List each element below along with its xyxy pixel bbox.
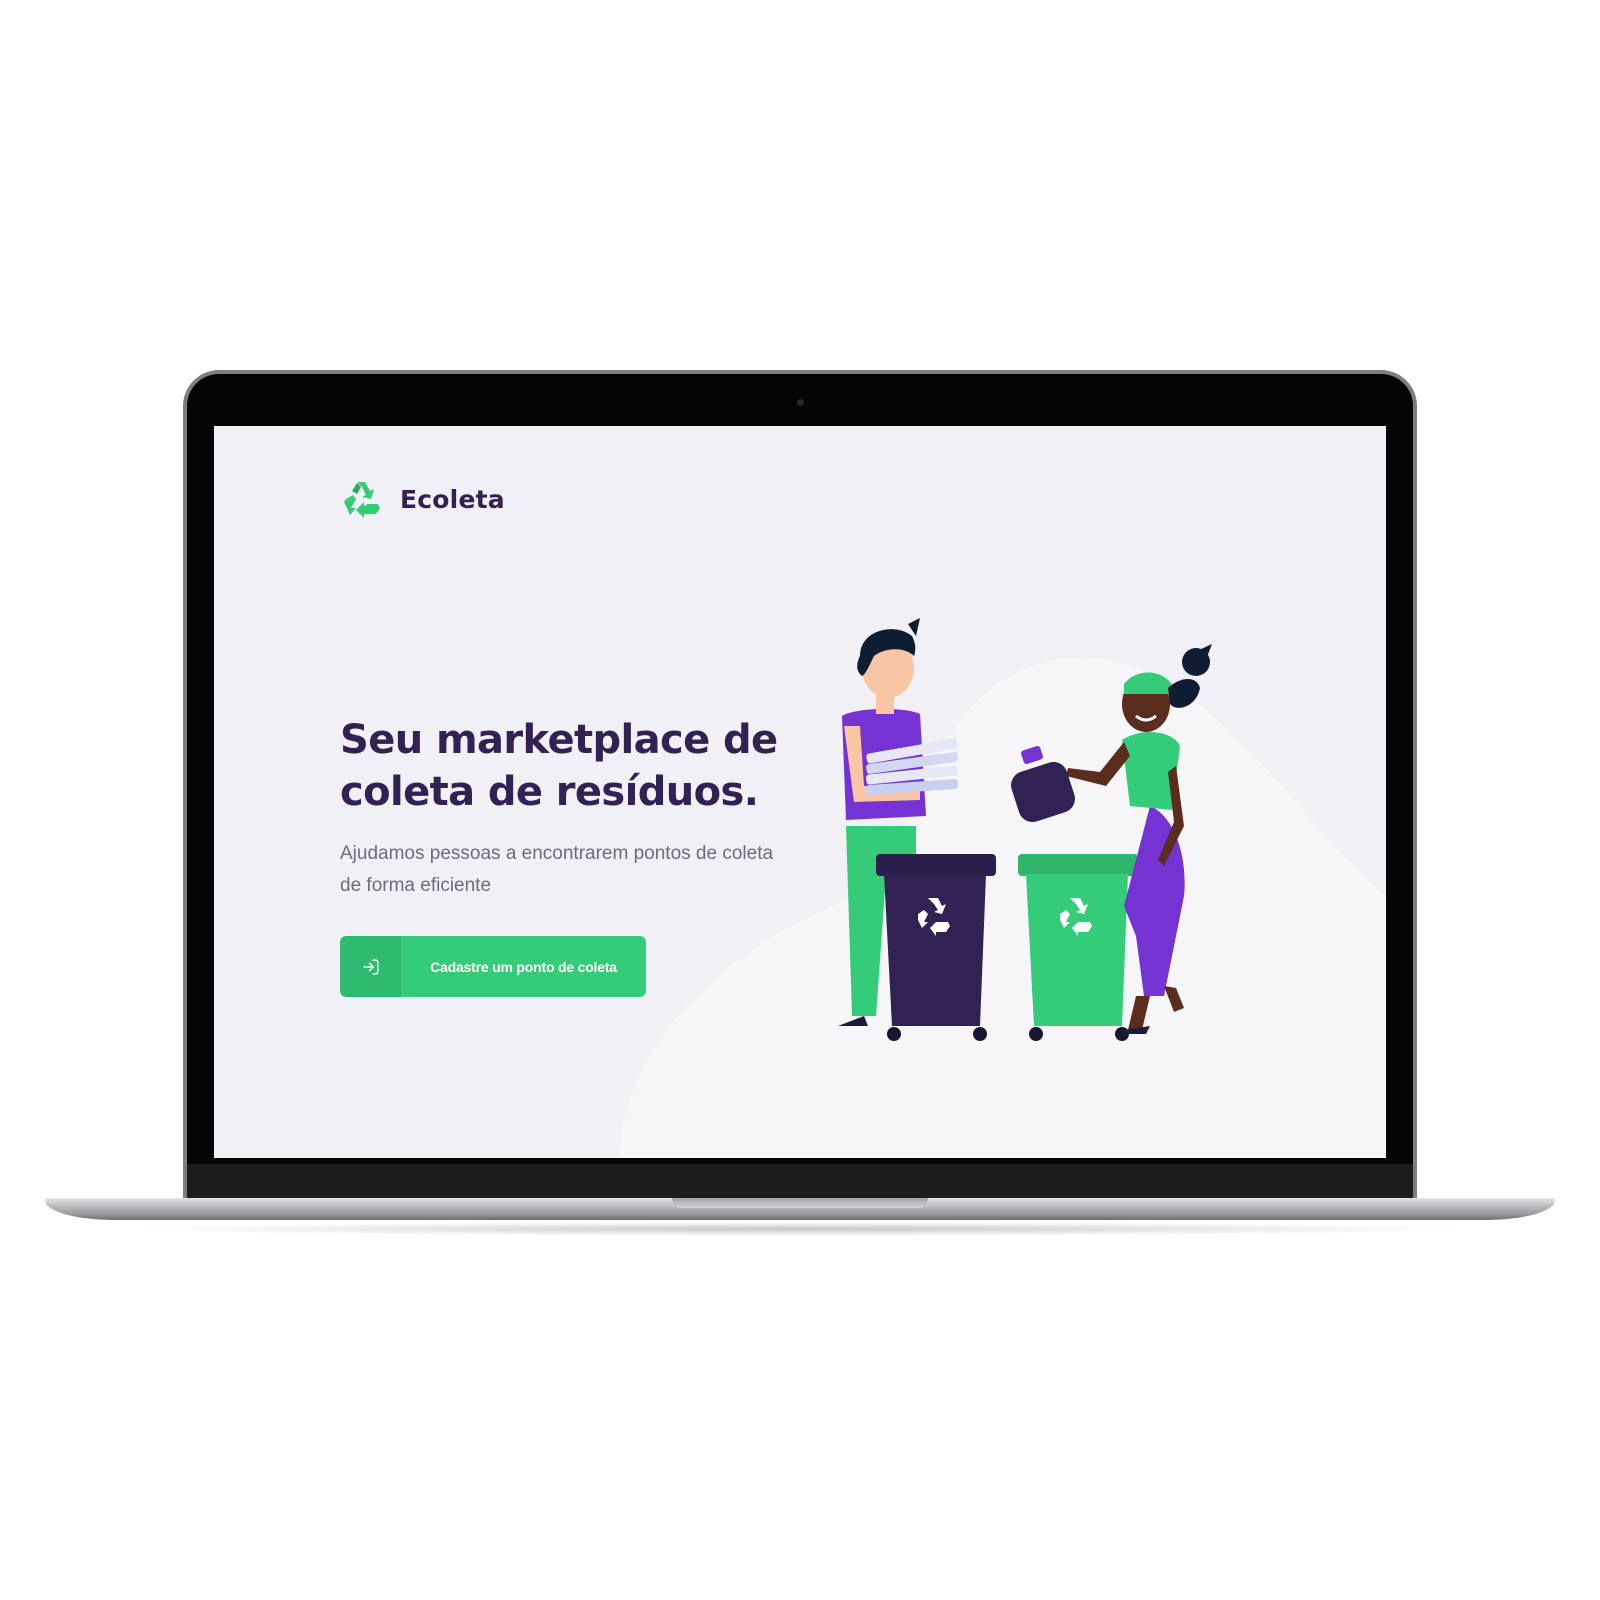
- laptop-screen: Ecoleta Seu marketplace de coleta de res…: [214, 426, 1386, 1158]
- hero-subtitle: Ajudamos pessoas a encontrarem pontos de…: [340, 838, 820, 902]
- recycle-icon: [344, 482, 380, 518]
- brand-logo[interactable]: Ecoleta: [340, 478, 505, 520]
- green-recycling-bin: [1018, 854, 1138, 1041]
- hero-title-line2: coleta de resíduos.: [340, 769, 759, 815]
- hero-title: Seu marketplace de coleta de resíduos.: [340, 714, 840, 818]
- hero-subtitle-line2: de forma eficiente: [340, 875, 492, 896]
- recycling-people-illustration: [838, 618, 1212, 1041]
- dark-recycling-bin: [876, 854, 996, 1041]
- hero-title-line1: Seu marketplace de: [340, 717, 778, 763]
- hero-subtitle-line1: Ajudamos pessoas a encontrarem pontos de…: [340, 843, 774, 864]
- laptop-shadow: [120, 1222, 1480, 1236]
- register-point-button[interactable]: Cadastre um ponto de coleta: [340, 936, 646, 997]
- laptop-notch: [672, 1198, 928, 1208]
- cta-icon-box: [340, 936, 401, 997]
- webcam-icon: [797, 399, 804, 406]
- laptop-chin: [187, 1164, 1413, 1200]
- brand-name: Ecoleta: [400, 484, 505, 514]
- cta-label: Cadastre um ponto de coleta: [430, 958, 617, 975]
- log-in-icon: [363, 959, 378, 974]
